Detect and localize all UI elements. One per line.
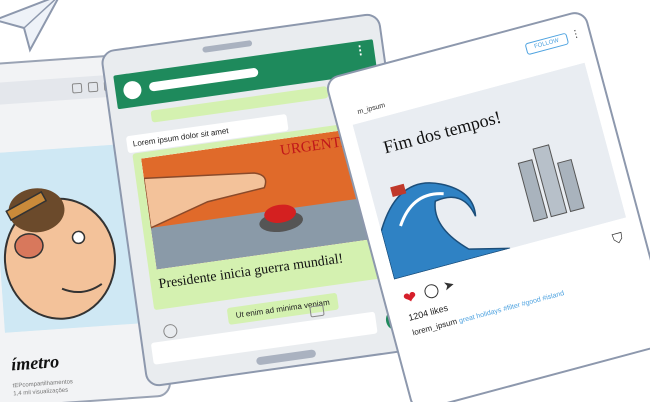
caption-text: great holidays: [458, 306, 503, 325]
tab-icon[interactable]: [71, 82, 83, 94]
like-heart-icon[interactable]: ❤: [401, 287, 419, 310]
hashtags[interactable]: #filter #good #island: [503, 290, 565, 313]
speaker-slot: [202, 40, 253, 53]
comment-icon[interactable]: [422, 282, 441, 300]
post-username[interactable]: m_ipsum: [357, 102, 386, 116]
news-meta: tEPcompartilhamentos 1,4 mil visualizaçõ…: [12, 378, 74, 398]
more-options-icon[interactable]: ⋮: [353, 42, 367, 58]
illustration-stage: ímetro tEPcompartilhamentos 1,4 mil visu…: [0, 0, 650, 402]
paper-plane-icon: [0, 0, 59, 53]
bookmark-icon[interactable]: ⛉: [611, 229, 626, 248]
home-bar[interactable]: [255, 349, 317, 366]
follow-button[interactable]: FOLLOW: [524, 32, 570, 56]
avatar[interactable]: [122, 79, 143, 101]
tab-icon[interactable]: [87, 81, 99, 93]
emoji-icon[interactable]: [162, 323, 179, 340]
camera-icon[interactable]: [309, 304, 325, 318]
post-image[interactable]: Fim dos tempos!: [352, 62, 626, 280]
share-send-icon[interactable]: ➤: [442, 276, 457, 294]
news-headline[interactable]: ímetro: [11, 351, 60, 375]
more-options-icon[interactable]: ⋮: [570, 28, 583, 41]
contact-name-placeholder[interactable]: [148, 67, 259, 92]
